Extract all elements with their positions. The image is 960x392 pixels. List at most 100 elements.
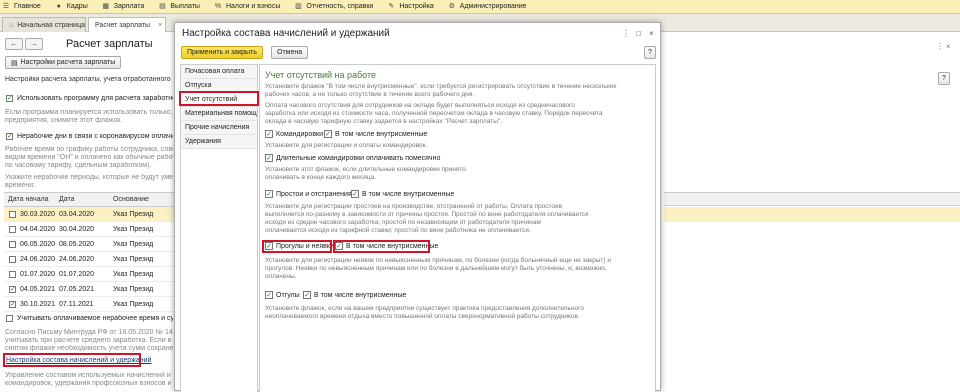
dialog-help-button[interactable]: ? <box>644 46 656 59</box>
pay-note-2: заработка или исходя из стоимости часа, … <box>265 110 603 117</box>
dayoff-checkbox[interactable]: ✓ <box>265 291 273 299</box>
dialog-content: Учет отсутствий на работе Установите фла… <box>259 64 656 392</box>
cell-basis: Указ Презид <box>113 256 154 263</box>
menu-reports[interactable]: ▥ Отчетность, справки <box>294 0 373 14</box>
salary-settings-button[interactable]: ▤ Настройки расчета зарплаты <box>5 56 122 69</box>
row-checkbox[interactable] <box>9 211 16 218</box>
cell-end-date: 01.07.2020 <box>59 271 95 278</box>
long-trips-label: Длительные командировки оплачивать помес… <box>276 155 441 162</box>
close-tab-icon[interactable]: × <box>158 22 162 29</box>
intro-note-1: Установите флажок "В том числе внутрисме… <box>265 83 617 90</box>
menu-payouts[interactable]: ▤ Выплаты <box>158 0 200 14</box>
salary-settings-label: Настройки расчета зарплаты <box>20 59 116 66</box>
cancel-button[interactable]: Отмена <box>271 46 309 59</box>
forward-button[interactable]: → <box>25 38 43 50</box>
row-checkbox[interactable]: ✓ <box>9 301 16 308</box>
col-header-basis[interactable]: Основание <box>109 193 175 207</box>
table-row[interactable]: 01.07.2020 01.07.2020 Указ Презид <box>4 267 175 282</box>
highlight-link-box <box>3 353 141 367</box>
table-row[interactable]: 30.03.2020 03.04.2020 Указ Презид <box>4 207 175 222</box>
table-row[interactable]: ✓ 04.05.2021 07.05.2021 Указ Презид <box>4 282 175 297</box>
cell-basis: Указ Презид <box>113 301 154 308</box>
highlight-nav-box <box>179 91 259 106</box>
covid-days-checkbox[interactable]: ✓ <box>6 133 13 140</box>
form-help-button[interactable]: ? <box>938 72 950 85</box>
idle-note-4: оплачивается исходя из тарифной ставки; … <box>265 227 531 234</box>
idle-checkbox[interactable]: ✓ <box>265 190 273 198</box>
cell-end-date: 24.06.2020 <box>59 256 95 263</box>
menu-admin[interactable]: ⚙ Администрирование <box>448 0 527 14</box>
dialog-close-icon[interactable]: × <box>649 29 654 38</box>
person-icon: ● <box>56 2 61 10</box>
use-program-label: Использовать программу для расчета зараб… <box>17 95 173 102</box>
use-program-note-2: предприятия, снимите этот флажок. <box>5 117 123 124</box>
nav-other-accruals[interactable]: Прочие начисления <box>181 121 257 135</box>
row-checkbox[interactable] <box>9 256 16 263</box>
menu-main[interactable]: ☰ Главное <box>2 0 41 14</box>
row-checkbox[interactable] <box>9 271 16 278</box>
cell-start-date: 01.07.2020 <box>20 271 55 278</box>
dialog-menu-icon[interactable]: ⋮ <box>622 29 630 38</box>
top-menu: ☰ Главное ● Кадры ▦ Зарплата ▤ Выплаты % Нало… <box>0 0 960 14</box>
table-row[interactable]: ✓ 30.10.2021 07.11.2021 Указ Презид <box>4 297 175 312</box>
back-button[interactable]: ← <box>5 38 23 50</box>
highlight-absence-box <box>262 240 332 253</box>
trips-checkbox[interactable]: ✓ <box>265 130 273 138</box>
covid-days-label: Нерабочие дни в связи с коронавирусом оп… <box>17 133 173 140</box>
dayoff-intrashift-checkbox[interactable]: ✓ <box>303 291 311 299</box>
menu-payouts-label: Выплаты <box>170 3 200 10</box>
mintrud-note-1: Согласно Письму Минтруда РФ от 18.05.202… <box>5 329 173 336</box>
cell-start-date: 04.04.2020 <box>20 226 55 233</box>
account-paid-time-label: Учитывать оплачиваемое нерабочее время и… <box>17 315 173 322</box>
idle-intrashift-checkbox[interactable]: ✓ <box>351 190 359 198</box>
gears-icon: ⚙ <box>448 2 455 10</box>
long-trips-note-2: оплачивать в конце каждого месяца. <box>265 174 376 181</box>
menu-salary-label: Зарплата <box>113 3 145 10</box>
nav-hourly-pay[interactable]: Почасовая оплата <box>181 65 257 79</box>
tab-salary-calc[interactable]: Расчет зарплаты × <box>88 17 166 32</box>
idle-note-3: исходя из средне часового заработка; про… <box>265 219 541 226</box>
menu-admin-label: Администрирование <box>459 3 527 10</box>
row-checkbox[interactable] <box>9 241 16 248</box>
dialog-restore-icon[interactable]: □ <box>636 29 641 38</box>
menu-settings[interactable]: ✎ Настройка <box>387 0 433 14</box>
nav-deductions[interactable]: Удержания <box>181 135 257 149</box>
menu-settings-label: Настройка <box>399 3 434 10</box>
cell-end-date: 07.05.2021 <box>59 286 95 293</box>
trips-intrashift-checkbox[interactable]: ✓ <box>324 130 332 138</box>
apply-and-close-button[interactable]: Применить и закрыть <box>181 46 263 59</box>
menu-reports-label: Отчетность, справки <box>306 3 374 10</box>
cell-start-date: 24.06.2020 <box>20 256 55 263</box>
table-row[interactable]: 06.05.2020 08.05.2020 Указ Презид <box>4 237 175 252</box>
table-row[interactable]: 04.04.2020 30.04.2020 Указ Презид <box>4 222 175 237</box>
account-paid-time-checkbox[interactable] <box>6 315 13 322</box>
menu-salary[interactable]: ▦ Зарплата <box>102 0 145 14</box>
nav-material-aid[interactable]: Материальная помощь <box>181 107 257 121</box>
row-checkbox[interactable] <box>9 226 16 233</box>
menu-taxes[interactable]: % Налоги и взносы <box>214 0 281 14</box>
cell-end-date: 08.05.2020 <box>59 241 95 248</box>
covid-note-3: по часовому тарифу, сдельным заработком)… <box>5 162 152 169</box>
trips-label: Командировки <box>276 131 324 138</box>
col-header-end[interactable]: Дата окончания <box>55 193 109 217</box>
use-program-note: Если программа планируется использовать … <box>5 109 173 116</box>
tab-home[interactable]: ⌂ Начальная страница <box>2 17 86 32</box>
form-close-icon[interactable]: × <box>946 42 951 51</box>
dialog-section-nav: Почасовая оплата Отпуска Учет отсутствий… <box>180 64 258 392</box>
form-menu-icon[interactable]: ⋮ <box>936 42 944 51</box>
col-header-start[interactable]: Дата начала <box>4 193 55 207</box>
dayoff-intrashift-label: В том числе внутрисменные <box>314 292 407 299</box>
dayoff-note-2: неоплачиваемого времени отдыха вместо по… <box>265 313 580 320</box>
absence-note-1: Установите для регистрации неявок по нев… <box>265 257 611 264</box>
cell-start-date: 06.05.2020 <box>20 241 55 248</box>
highlight-absence-intrashift-box <box>333 240 430 253</box>
menu-staff[interactable]: ● Кадры <box>55 0 88 14</box>
cell-end-date: 07.11.2021 <box>59 301 94 308</box>
covid-note-5: времени: <box>5 182 35 189</box>
cell-end-date: 03.04.2020 <box>59 211 95 218</box>
row-checkbox[interactable]: ✓ <box>9 286 16 293</box>
covid-note-2: видом времени "ОН" и оплачено как обычны… <box>5 154 173 161</box>
use-program-checkbox[interactable]: ✓ <box>6 95 13 102</box>
long-trips-checkbox[interactable]: ✓ <box>265 154 273 162</box>
table-row[interactable]: 24.06.2020 24.06.2020 Указ Презид <box>4 252 175 267</box>
